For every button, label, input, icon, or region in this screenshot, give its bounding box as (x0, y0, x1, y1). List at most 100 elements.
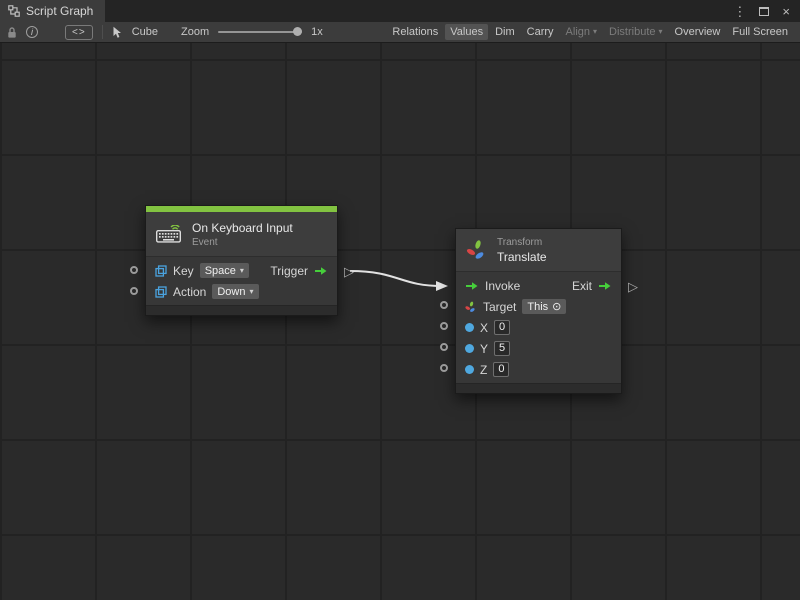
values-button[interactable]: Values (445, 24, 488, 40)
target-row: Target This ⊙ (456, 296, 621, 317)
node-header[interactable]: Transform Translate (456, 229, 621, 272)
trigger-label: Trigger (270, 264, 308, 278)
action-label: Action (173, 285, 206, 299)
full-screen-button-label: Full Screen (732, 26, 788, 38)
value-port-dot (465, 365, 474, 374)
node-body: Invoke Exit Target (456, 272, 621, 383)
lock-icon[interactable] (7, 26, 17, 39)
flow-arrow-icon[interactable] (465, 281, 479, 291)
x-input-field[interactable]: 0 (494, 320, 510, 335)
node-transform-translate[interactable]: Transform Translate Invoke Exit (455, 228, 622, 394)
chevron-down-icon: ▾ (240, 267, 244, 275)
trigger-output-port[interactable]: ▷ (344, 265, 354, 278)
kebab-menu-icon[interactable]: ⋮ (733, 5, 746, 18)
close-icon[interactable]: × (782, 5, 790, 18)
node-category: Transform (497, 237, 547, 248)
relations-button[interactable]: Relations (387, 24, 443, 40)
align-button[interactable]: Align ▾ (561, 24, 602, 40)
exit-output-port[interactable]: ▷ (628, 280, 638, 293)
pointer-icon (112, 26, 123, 39)
y-input-field[interactable]: 5 (494, 341, 510, 356)
keyboard-event-icon (156, 225, 183, 243)
value-port-dot (465, 323, 474, 332)
overview-button-label: Overview (675, 26, 721, 38)
member-icon (155, 286, 167, 298)
node-on-keyboard-input[interactable]: On Keyboard Input Event Key Space ▾ (145, 205, 338, 316)
script-graph-window: Script Graph ⋮ × i <> Cube Zoom 1x Relat… (0, 0, 800, 600)
script-graph-icon (8, 5, 20, 17)
action-input-port[interactable] (130, 287, 138, 295)
info-icon[interactable]: i (26, 26, 38, 38)
invoke-label: Invoke (485, 279, 520, 293)
action-dropdown[interactable]: Down ▾ (212, 284, 258, 299)
key-dropdown-value: Space (205, 265, 236, 277)
chevron-down-icon: ▾ (659, 28, 663, 36)
z-input-field[interactable]: 0 (493, 362, 509, 377)
chevron-down-icon: ▾ (249, 288, 253, 296)
target-object-value: This (527, 301, 548, 313)
node-header-text: Transform Translate (497, 237, 547, 264)
transform-mini-icon (465, 301, 477, 313)
values-button-label: Values (450, 26, 483, 38)
member-icon (155, 265, 167, 277)
distribute-button-label: Distribute (609, 26, 655, 38)
window-controls: ⋮ × (733, 0, 800, 22)
z-input-port[interactable] (440, 364, 448, 372)
node-body: Key Space ▾ Trigger (146, 257, 337, 305)
edit-source-button[interactable]: <> (65, 25, 93, 40)
x-row: X 0 (456, 317, 621, 338)
action-row: Action Down ▾ (146, 281, 337, 302)
target-object-field[interactable]: This ⊙ (522, 299, 566, 314)
connection-wire[interactable] (0, 43, 800, 600)
action-dropdown-value: Down (217, 286, 245, 298)
target-object-label[interactable]: Cube (132, 26, 158, 38)
value-port-dot (465, 344, 474, 353)
target-input-port[interactable] (440, 301, 448, 309)
full-screen-button[interactable]: Full Screen (727, 24, 793, 40)
node-header[interactable]: On Keyboard Input Event (146, 212, 337, 257)
toolbar-divider (102, 25, 103, 39)
transform-icon (466, 239, 488, 261)
align-button-label: Align (566, 26, 590, 38)
distribute-button[interactable]: Distribute ▾ (604, 24, 667, 40)
chevron-down-icon: ▾ (593, 28, 597, 36)
titlebar: Script Graph ⋮ × (0, 0, 800, 22)
zoom-value: 1x (311, 26, 323, 38)
node-subtitle: Event (192, 237, 293, 248)
relations-button-label: Relations (392, 26, 438, 38)
node-title: On Keyboard Input (192, 221, 293, 235)
zoom-slider-handle[interactable] (293, 27, 302, 36)
y-row: Y 5 (456, 338, 621, 359)
maximize-icon[interactable] (759, 7, 769, 16)
graph-canvas[interactable]: On Keyboard Input Event Key Space ▾ (0, 43, 800, 600)
z-label: Z (480, 363, 487, 377)
exit-label: Exit (572, 279, 592, 293)
carry-button-label: Carry (527, 26, 554, 38)
carry-button[interactable]: Carry (522, 24, 559, 40)
overview-button[interactable]: Overview (670, 24, 726, 40)
dim-button[interactable]: Dim (490, 24, 520, 40)
invoke-exit-row: Invoke Exit (456, 275, 621, 296)
y-input-port[interactable] (440, 343, 448, 351)
node-title: Translate (497, 250, 547, 264)
tab-script-graph[interactable]: Script Graph (0, 0, 105, 22)
dim-button-label: Dim (495, 26, 515, 38)
node-footer (146, 305, 337, 315)
object-picker-icon[interactable]: ⊙ (552, 300, 561, 313)
x-input-port[interactable] (440, 322, 448, 330)
key-dropdown[interactable]: Space ▾ (200, 263, 249, 278)
flow-arrow-icon[interactable] (598, 281, 612, 291)
y-label: Y (480, 342, 488, 356)
node-footer (456, 383, 621, 393)
z-row: Z 0 (456, 359, 621, 380)
key-row: Key Space ▾ Trigger (146, 260, 337, 281)
tab-title: Script Graph (26, 4, 93, 18)
key-label: Key (173, 264, 194, 278)
graph-toolbar: i <> Cube Zoom 1x Relations Values Dim C… (0, 22, 800, 43)
node-header-text: On Keyboard Input Event (192, 221, 293, 248)
toolbar-button-group: Relations Values Dim Carry Align ▾ Distr… (387, 24, 793, 40)
zoom-slider[interactable] (218, 31, 302, 33)
target-label: Target (483, 300, 516, 314)
key-input-port[interactable] (130, 266, 138, 274)
flow-arrow-icon[interactable] (314, 266, 328, 276)
